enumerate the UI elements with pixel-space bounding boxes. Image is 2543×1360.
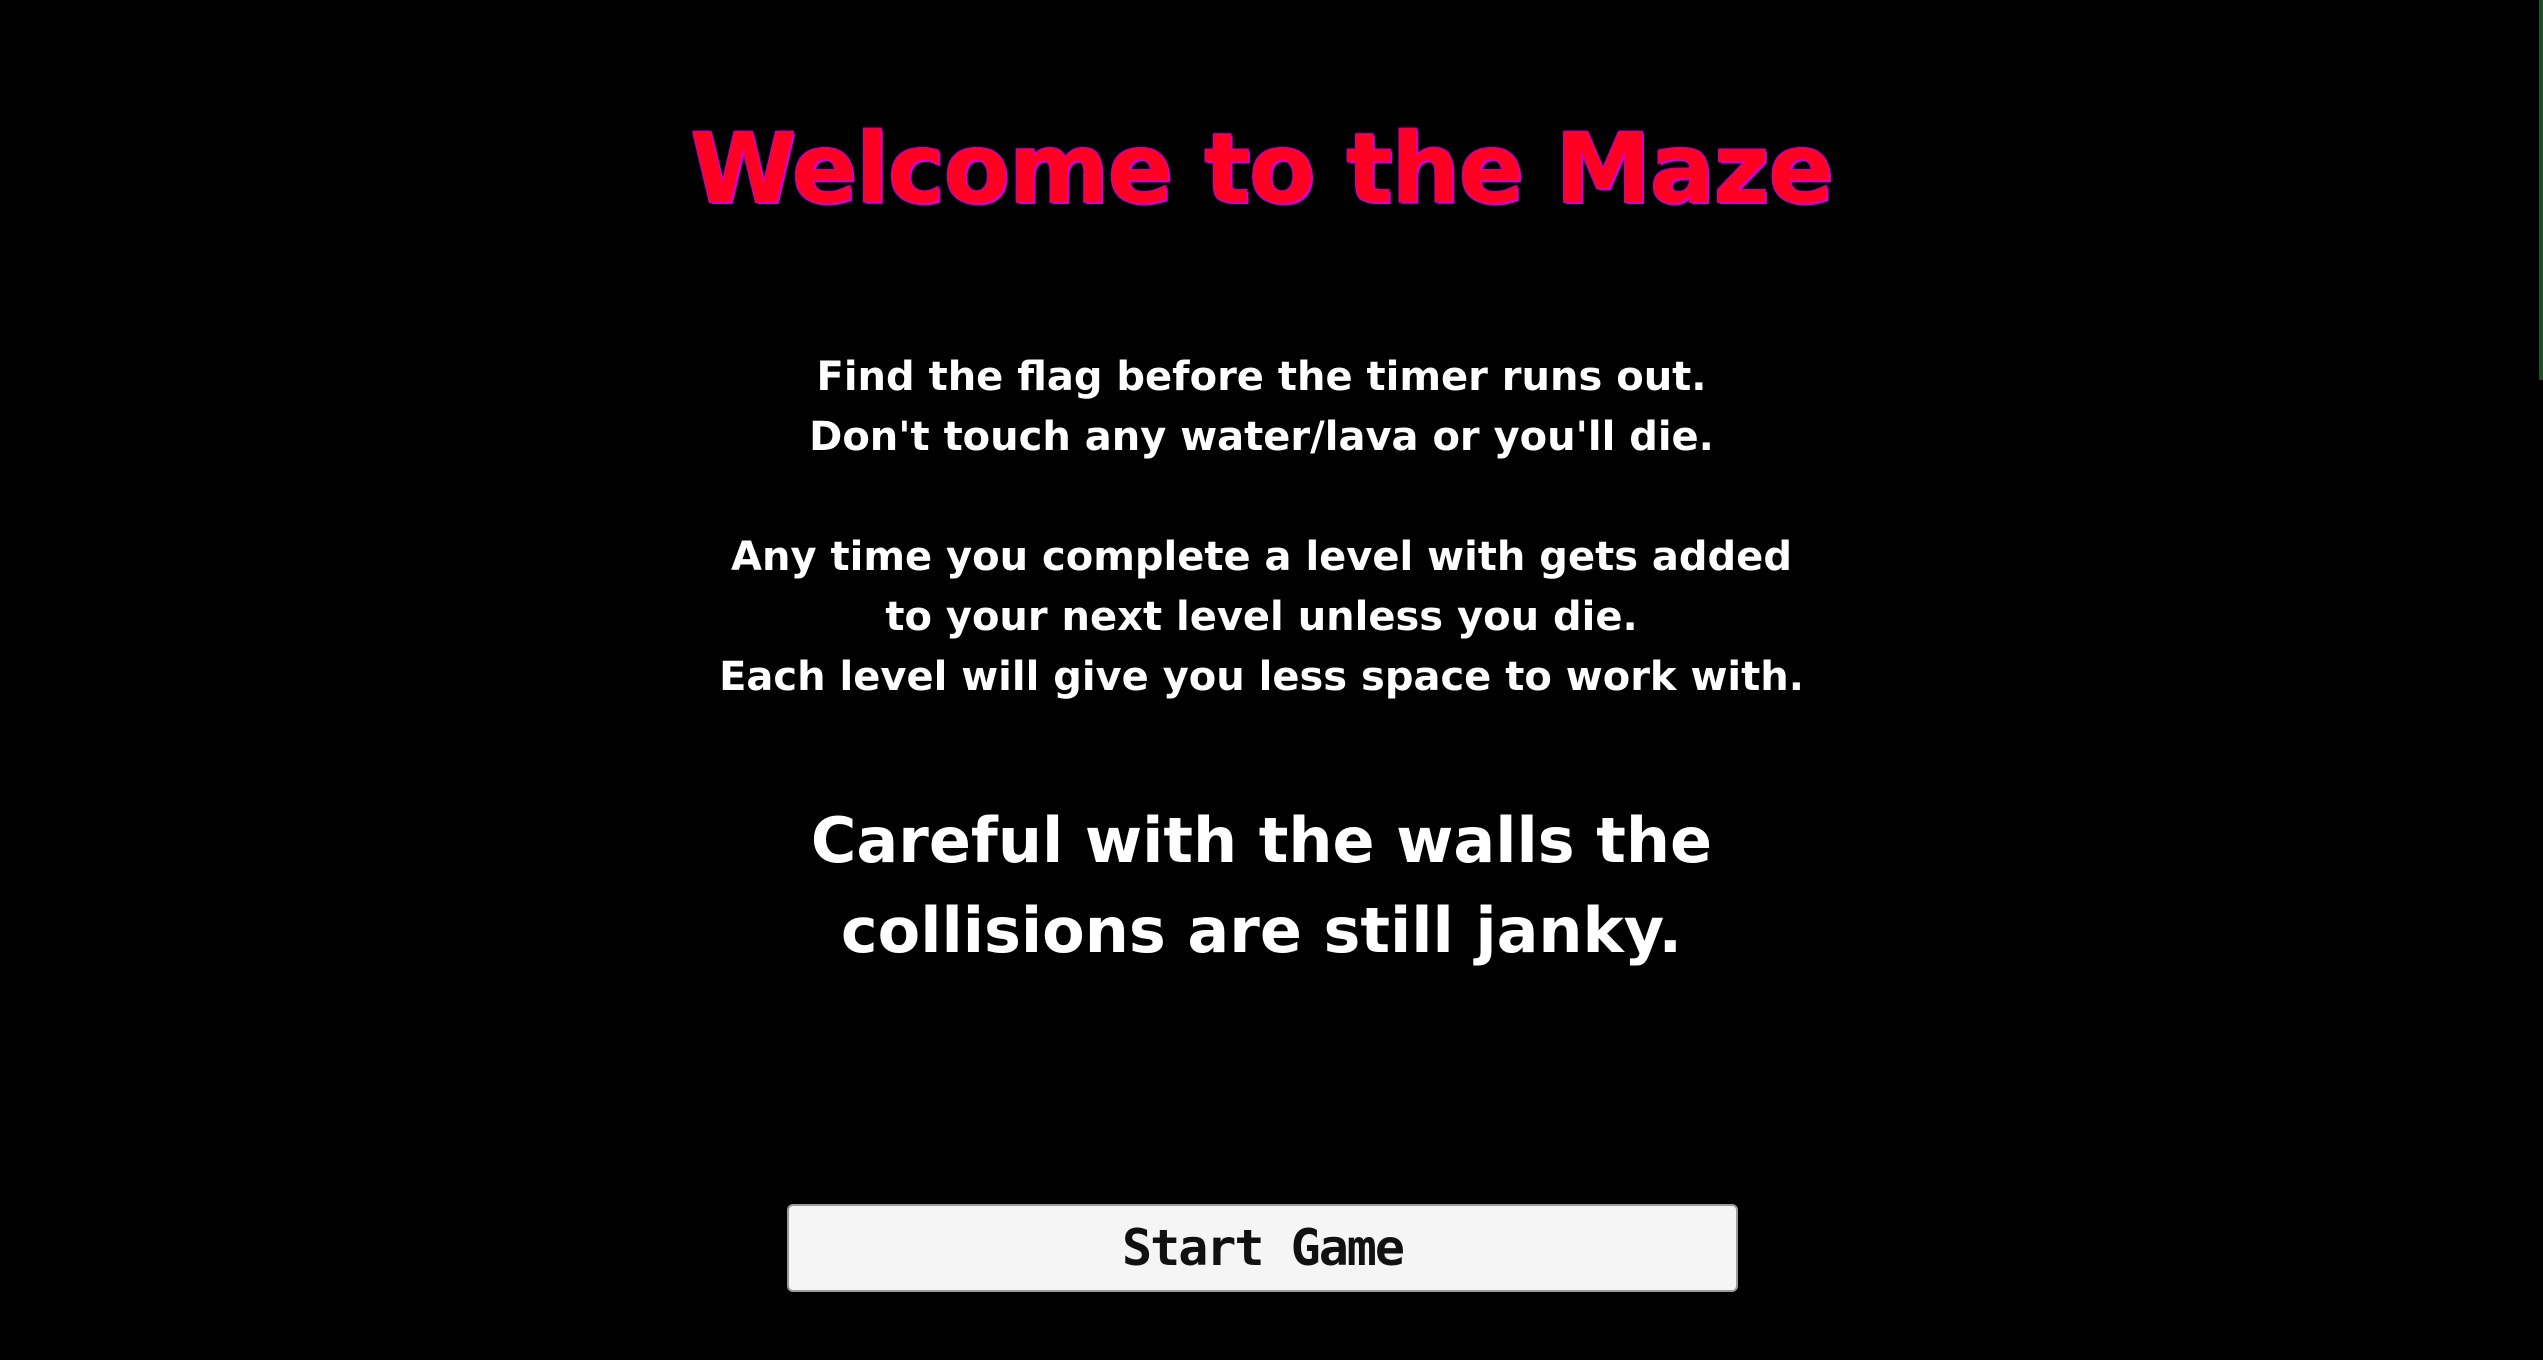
instruction-line: Don't touch any water/lava or you'll die… xyxy=(809,414,1714,460)
instruction-line: Find the flag before the timer runs out. xyxy=(816,354,1707,400)
instructions-block: Find the flag before the timer runs out.… xyxy=(0,347,2523,707)
warning-line: Careful with the walls the xyxy=(810,804,1713,877)
instruction-line: Any time you complete a level with gets … xyxy=(731,534,1792,580)
window-edge-bar xyxy=(2539,0,2543,380)
start-game-button[interactable]: Start Game xyxy=(787,1204,1738,1292)
instruction-line: to your next level unless you die. xyxy=(885,594,1638,640)
warning-line: collisions are still janky. xyxy=(840,894,1683,967)
game-title: Welcome to the Maze xyxy=(690,113,1833,225)
instruction-spacer xyxy=(0,467,2523,527)
start-screen: Welcome to the Maze Find the flag before… xyxy=(0,0,2543,1360)
instruction-line: Each level will give you less space to w… xyxy=(719,654,1804,700)
collision-warning: Careful with the walls the collisions ar… xyxy=(0,796,2523,976)
